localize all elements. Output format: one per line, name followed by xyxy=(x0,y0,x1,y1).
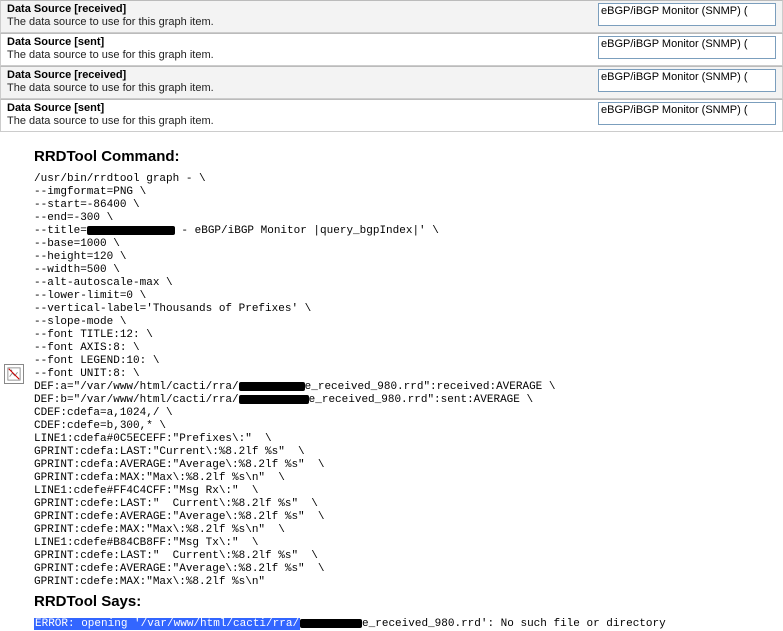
row-desc: The data source to use for this graph it… xyxy=(7,49,588,61)
redacted-text xyxy=(239,382,305,391)
redacted-text xyxy=(87,226,175,235)
rrdtool-error-output: ERROR: opening '/var/www/html/cacti/rra/… xyxy=(34,618,775,631)
datasource-row: Data Source [sent] The data source to us… xyxy=(0,33,783,66)
row-title: Data Source [received] xyxy=(7,3,588,15)
redacted-text xyxy=(239,395,309,404)
datasource-row: Data Source [received] The data source t… xyxy=(0,0,783,33)
row-desc: The data source to use for this graph it… xyxy=(7,115,588,127)
row-desc: The data source to use for this graph it… xyxy=(7,82,588,94)
datasource-select[interactable]: eBGP/iBGP Monitor (SNMP) ( xyxy=(598,69,776,92)
row-title: Data Source [received] xyxy=(7,69,588,81)
datasource-select[interactable]: eBGP/iBGP Monitor (SNMP) ( xyxy=(598,36,776,59)
rrdtool-command-heading: RRDTool Command: xyxy=(34,148,775,165)
rrdtool-says-heading: RRDTool Says: xyxy=(34,593,775,610)
broken-image-icon xyxy=(4,364,24,384)
row-title: Data Source [sent] xyxy=(7,36,588,48)
row-desc: The data source to use for this graph it… xyxy=(7,16,588,28)
redacted-text xyxy=(300,619,362,628)
row-title: Data Source [sent] xyxy=(7,102,588,114)
datasource-select[interactable]: eBGP/iBGP Monitor (SNMP) ( xyxy=(598,102,776,125)
datasource-row: Data Source [sent] The data source to us… xyxy=(0,99,783,132)
datasource-row: Data Source [received] The data source t… xyxy=(0,66,783,99)
datasource-select[interactable]: eBGP/iBGP Monitor (SNMP) ( xyxy=(598,3,776,26)
rrdtool-command-output: /usr/bin/rrdtool graph - \ --imgformat=P… xyxy=(34,173,775,589)
